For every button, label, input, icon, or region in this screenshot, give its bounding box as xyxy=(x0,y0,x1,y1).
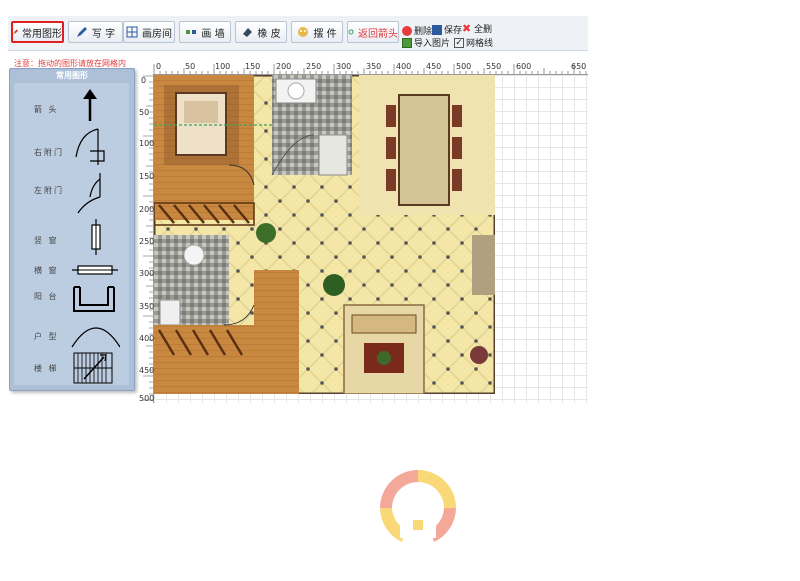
floor-plan-image xyxy=(154,75,495,394)
shape-label-arc: 户 型 xyxy=(34,332,59,341)
ruler-left: 0 50 100 150 200 250 300 350 400 450 500 xyxy=(139,74,154,403)
checkbox-checked-icon: ✓ xyxy=(454,37,464,48)
grid-lines-label: 网格线 xyxy=(466,39,494,49)
ruler-left-label: 500 xyxy=(139,394,155,403)
save-button[interactable]: 保存 xyxy=(432,23,462,36)
wall-icon xyxy=(186,30,197,34)
arrow-up-icon xyxy=(83,89,97,121)
shape-label-arrow: 箭 头 xyxy=(34,105,59,114)
common-shapes-button[interactable]: 常用图形 xyxy=(11,21,64,43)
panel-title: 常用图形 xyxy=(56,71,88,80)
eraser-button[interactable]: 橡 皮 xyxy=(235,21,287,43)
ruler-top-label: 550 xyxy=(486,62,502,71)
draw-wall-button[interactable]: 画 墙 xyxy=(179,21,231,43)
ruler-left-label: 350 xyxy=(139,302,155,311)
ruler-left-label: 150 xyxy=(139,172,155,181)
common-shapes-label: 常用图形 xyxy=(22,28,62,40)
import-image-label: 导入图片 xyxy=(414,39,451,49)
ruler-left-label: 400 xyxy=(139,334,155,343)
ruler-top-label: 0 xyxy=(156,62,162,71)
ruler-top-label: 400 xyxy=(396,62,412,71)
ruler-top-label: 650 xyxy=(571,62,587,71)
floppy-icon xyxy=(432,24,442,35)
shape-label-right-door: 右附门 xyxy=(34,148,64,157)
delete-all-button[interactable]: ✖ 全删 xyxy=(462,21,493,36)
ruler-top-label: 600 xyxy=(516,62,532,71)
delete-icon xyxy=(402,25,412,36)
shape-label-horizontal-window: 横 窗 xyxy=(34,266,59,275)
ruler-top-label: 50 xyxy=(185,62,196,71)
shape-item-vertical-window[interactable]: 竖 窗 xyxy=(14,217,129,257)
ruler-top-label: 450 xyxy=(426,62,442,71)
balcony-icon xyxy=(73,286,115,312)
ruler-left-label: 450 xyxy=(139,366,155,375)
left-door-icon xyxy=(77,173,101,214)
shape-item-right-door[interactable]: 右附门 xyxy=(14,125,129,169)
shape-label-left-door: 左附门 xyxy=(34,186,64,195)
room-grid-icon xyxy=(126,26,138,38)
shape-item-horizontal-window[interactable]: 横 窗 xyxy=(14,259,129,281)
delete-all-label: 全删 xyxy=(474,25,493,35)
ruler-top-label: 250 xyxy=(306,62,322,71)
shape-item-arrow[interactable]: 箭 头 xyxy=(14,87,129,123)
right-door-icon xyxy=(75,128,105,165)
write-button[interactable]: 写 字 xyxy=(68,21,123,43)
return-arrow-button[interactable]: 返回箭头 xyxy=(347,21,399,43)
arc-icon xyxy=(71,327,120,348)
shape-item-stairs[interactable]: 楼 梯 xyxy=(14,351,129,385)
floor-plan-drawing xyxy=(154,75,495,394)
eraser-icon xyxy=(243,28,253,37)
shape-item-arc[interactable]: 户 型 xyxy=(14,319,129,349)
small-actions: 删除 保存 ✖ 全删 导入图片 ✓ 网格线 xyxy=(402,20,512,49)
eraser-label: 橡 皮 xyxy=(257,28,281,40)
furniture-icon xyxy=(298,27,309,37)
ruler-top-label: 150 xyxy=(245,62,261,71)
shape-label-vertical-window: 竖 窗 xyxy=(34,236,59,245)
shapes-panel: 常用图形 箭 头 右附门 左附门 竖 窗 横 窗 阳 台 户 型 楼 梯 xyxy=(9,68,135,391)
ruler-top-label: 350 xyxy=(366,62,382,71)
ruler-left-label: 200 xyxy=(139,205,155,214)
toolbar: 常用图形 写 字 画房间 画 墙 橡 皮 摆 件 返回箭头 删除 保存 ✖ 全删 xyxy=(8,16,588,51)
ruler-left-label: 50 xyxy=(139,108,150,117)
furniture-button[interactable]: 摆 件 xyxy=(291,21,343,43)
ruler-left-label: 100 xyxy=(139,139,155,148)
ruler-left-label: 0 xyxy=(141,76,147,85)
save-label: 保存 xyxy=(444,26,463,36)
shape-item-balcony[interactable]: 阳 台 xyxy=(14,283,129,317)
grid-lines-checkbox[interactable]: ✓ 网格线 xyxy=(454,36,493,49)
ruler-left-label: 250 xyxy=(139,237,155,246)
pen-icon xyxy=(76,27,87,37)
ruler-top-label: 300 xyxy=(336,62,352,71)
draw-room-label: 画房间 xyxy=(142,28,172,40)
ruler-top: 0 50 100 150 200 250 300 350 400 450 500… xyxy=(139,62,588,75)
panel-inner: 箭 头 右附门 左附门 竖 窗 横 窗 阳 台 户 型 楼 梯 xyxy=(14,83,129,385)
write-label: 写 字 xyxy=(91,28,116,40)
shape-label-stairs: 楼 梯 xyxy=(34,364,59,373)
furniture-label: 摆 件 xyxy=(313,28,337,40)
import-image-button[interactable]: 导入图片 xyxy=(402,36,450,49)
horizontal-window-icon xyxy=(72,265,118,275)
pencil-icon xyxy=(13,29,18,35)
refresh-icon xyxy=(348,29,354,35)
return-arrow-label: 返回箭头 xyxy=(358,28,398,40)
draw-wall-label: 画 墙 xyxy=(201,28,225,40)
shape-item-left-door[interactable]: 左附门 xyxy=(14,171,129,215)
red-x-icon: ✖ xyxy=(462,21,472,35)
ruler-top-label: 500 xyxy=(456,62,472,71)
stairs-icon xyxy=(73,352,113,384)
shape-label-balcony: 阳 台 xyxy=(34,292,59,301)
vertical-window-icon xyxy=(91,219,101,255)
ruler-top-label: 100 xyxy=(215,62,231,71)
ruler-top-label: 200 xyxy=(276,62,292,71)
ruler-left-label: 300 xyxy=(139,269,155,278)
image-icon xyxy=(402,37,412,48)
draw-room-button[interactable]: 画房间 xyxy=(123,21,175,43)
house-logo-icon xyxy=(380,470,456,542)
